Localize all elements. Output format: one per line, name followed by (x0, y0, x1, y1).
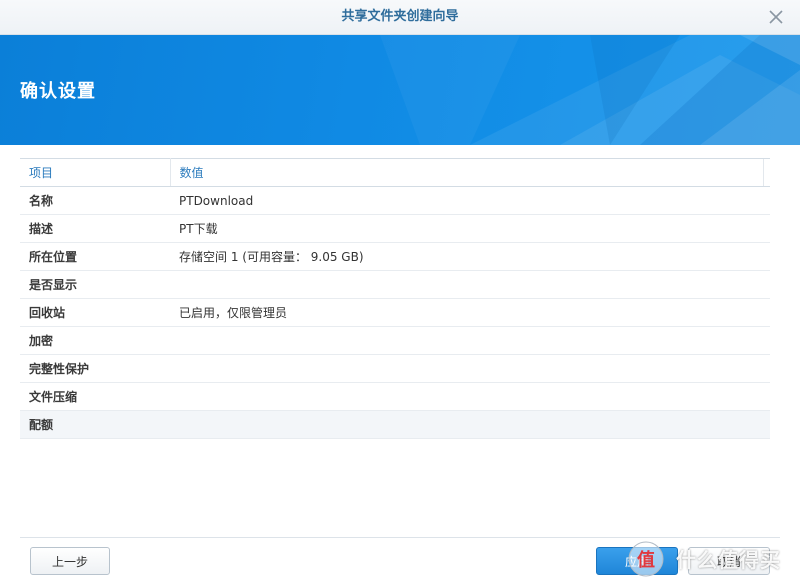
banner-decoration (380, 35, 800, 145)
row-value (170, 326, 763, 355)
row-value: PT下载 (170, 214, 763, 243)
table-row: 所在位置 存储空间 1 (可用容量： 9.05 GB) (20, 242, 770, 271)
window-titlebar: 共享文件夹创建向导 (0, 0, 800, 35)
close-button[interactable] (766, 7, 786, 27)
table-row: 描述 PT下载 (20, 214, 770, 243)
page-title: 确认设置 (20, 81, 96, 102)
window-title: 共享文件夹创建向导 (341, 9, 459, 24)
row-item-label: 加密 (20, 326, 170, 355)
column-header-spacer (762, 158, 770, 187)
column-header-value[interactable]: 数值 (170, 158, 763, 187)
table-row: 名称 PTDownload (20, 186, 770, 215)
table-row: 完整性保护 (20, 354, 770, 383)
row-item-label: 配额 (20, 410, 170, 439)
row-item-label: 文件压缩 (20, 382, 170, 411)
row-item-label: 名称 (20, 186, 170, 215)
table-row: 加密 (20, 326, 770, 355)
table-row: 回收站 已启用，仅限管理员 (20, 298, 770, 327)
table-row: 文件压缩 (20, 382, 770, 411)
table-row: 配额 (20, 410, 770, 439)
row-item-label: 完整性保护 (20, 354, 170, 383)
close-icon (769, 10, 783, 24)
settings-table: 项目 数值 名称 PTDownload 描述 PT下载 所在位置 存储空间 1 … (20, 158, 770, 439)
column-header-item[interactable]: 项目 (20, 158, 171, 187)
row-item-label: 回收站 (20, 298, 170, 327)
apply-button[interactable]: 应用 (596, 547, 678, 575)
footer-divider (20, 537, 780, 538)
row-value (170, 270, 763, 299)
row-value: PTDownload (170, 186, 763, 215)
row-value (170, 354, 763, 383)
header-banner: 确认设置 (0, 35, 800, 145)
cancel-button[interactable]: 取消 (688, 547, 770, 575)
row-value (170, 382, 763, 411)
previous-button[interactable]: 上一步 (30, 547, 110, 575)
table-header-row: 项目 数值 (20, 158, 770, 187)
table-row: 是否显示 (20, 270, 770, 299)
row-value: 已启用，仅限管理员 (170, 298, 763, 327)
row-item-label: 是否显示 (20, 270, 170, 299)
row-value: 存储空间 1 (可用容量： 9.05 GB) (170, 242, 763, 271)
row-item-label: 描述 (20, 214, 170, 243)
row-value (170, 410, 763, 439)
row-item-label: 所在位置 (20, 242, 170, 271)
